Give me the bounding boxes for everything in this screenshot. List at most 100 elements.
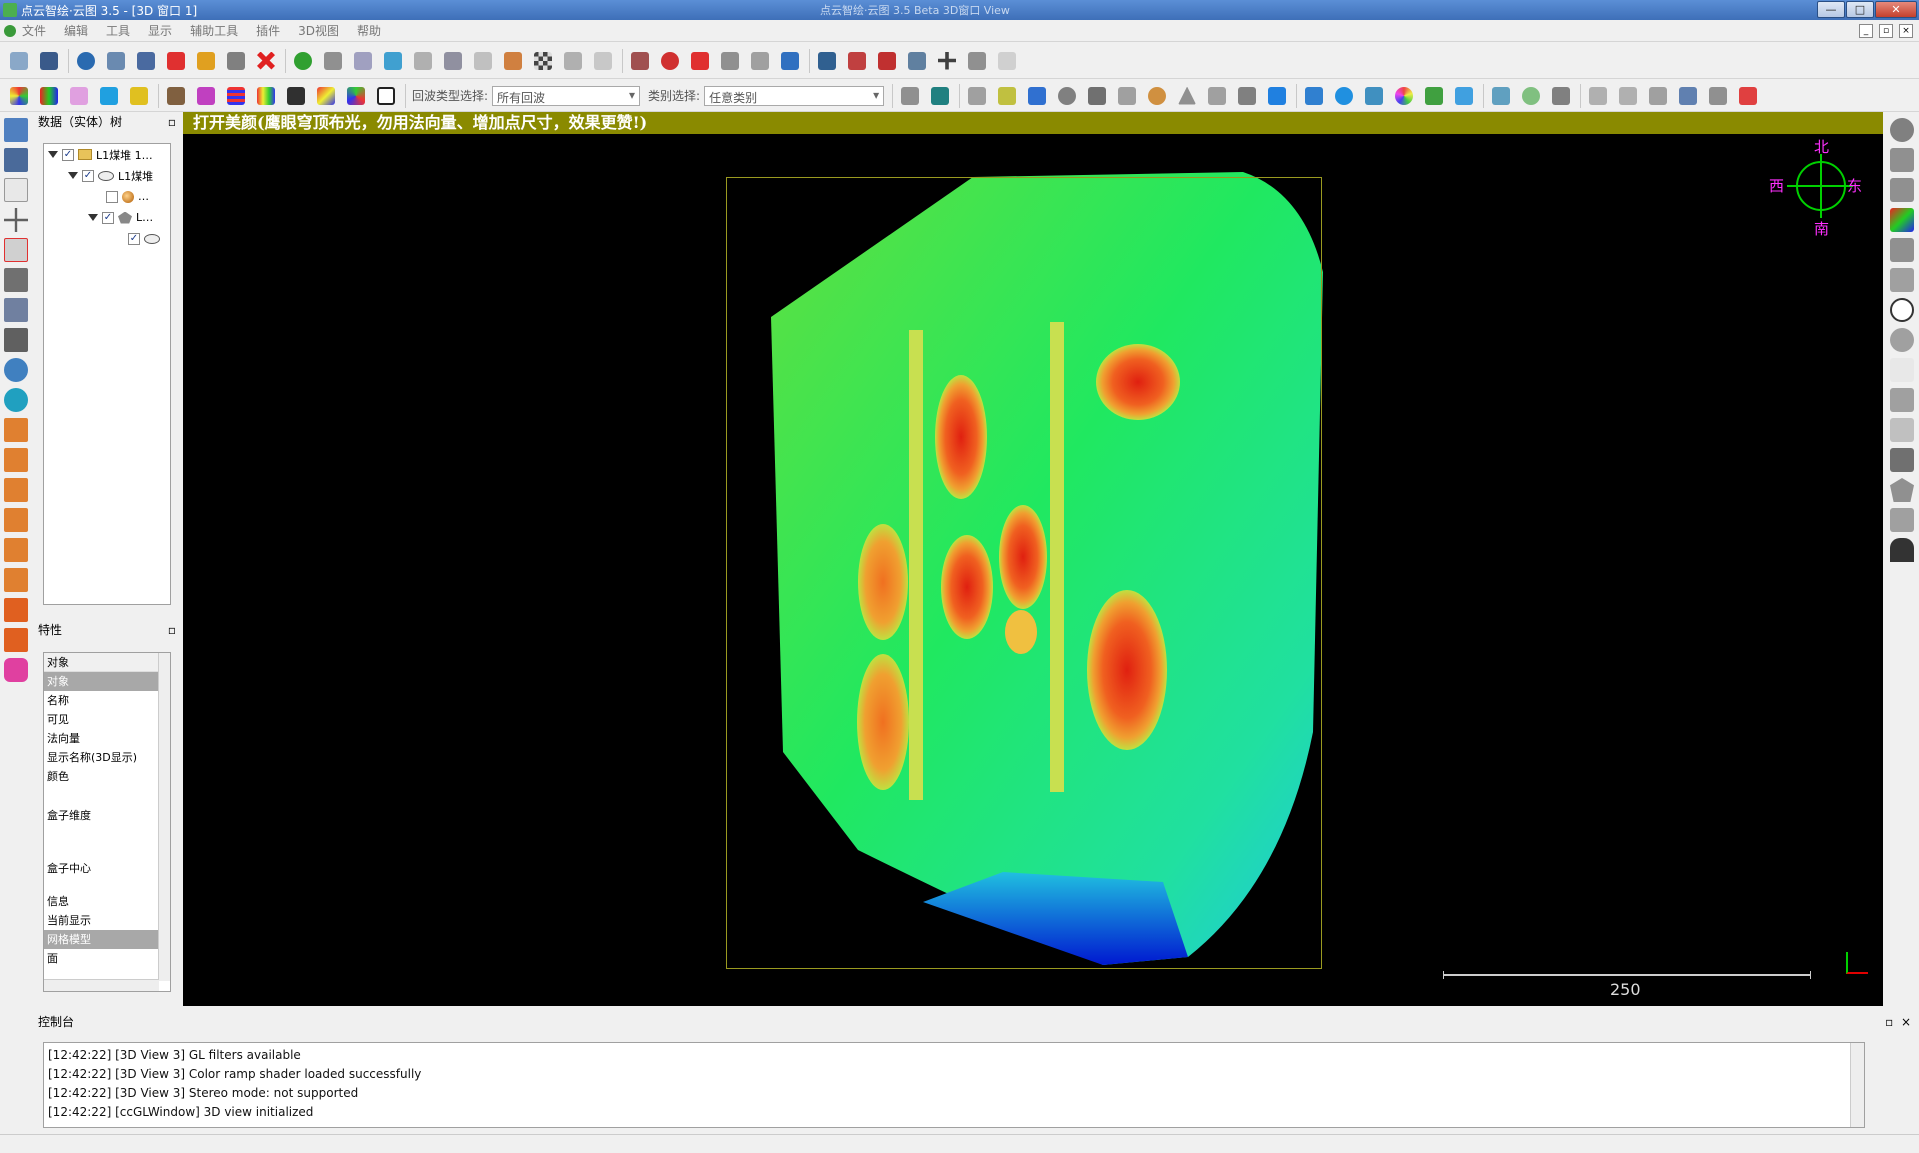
shield-icon[interactable] [1086, 85, 1108, 107]
sor-icon[interactable] [592, 50, 614, 72]
properties-hscrollbar[interactable] [44, 979, 159, 991]
edit-icon[interactable] [779, 50, 801, 72]
hand-icon[interactable] [322, 50, 344, 72]
close-button[interactable]: ✕ [1875, 1, 1917, 18]
tree-checkbox[interactable]: ✓ [82, 169, 94, 182]
brush-tall-icon[interactable] [1890, 268, 1914, 292]
property-row[interactable]: 颜色 [44, 767, 170, 786]
view-top-icon[interactable] [4, 418, 28, 442]
tree-item[interactable]: ✓ L1煤堆 1… [44, 144, 170, 165]
target-icon[interactable] [1520, 85, 1542, 107]
bars-icon[interactable] [255, 85, 277, 107]
brush-icon[interactable] [1206, 85, 1228, 107]
menu-edit[interactable]: 编辑 [64, 22, 88, 39]
histogram-icon[interactable] [816, 50, 838, 72]
layers-icon[interactable] [165, 85, 187, 107]
zoom-fit-icon[interactable] [4, 388, 28, 412]
pick-rotation-icon[interactable] [4, 268, 28, 292]
sphere-shader-icon[interactable] [1890, 328, 1914, 352]
fm-icon[interactable] [1617, 85, 1639, 107]
eraser-icon[interactable] [689, 50, 711, 72]
clapper-icon[interactable] [1890, 238, 1914, 262]
ruler-icon[interactable] [749, 50, 771, 72]
doc-icon[interactable] [966, 85, 988, 107]
tree-item[interactable]: ✓ L… [44, 207, 170, 228]
echo-type-select[interactable]: 所有回波 [492, 85, 641, 106]
image-icon[interactable] [562, 50, 584, 72]
windows-icon[interactable] [1266, 85, 1288, 107]
triangle-color-icon[interactable] [345, 85, 367, 107]
arch-icon[interactable] [1890, 538, 1914, 562]
nc-icon[interactable] [1707, 85, 1729, 107]
property-row[interactable]: 盒子中心 [44, 846, 170, 892]
no-entry-icon[interactable] [1890, 118, 1914, 142]
3d-view[interactable]: 打开美颜(鹰眼穹顶布光，勿用法向量、增加点尺寸，效果更赞!) 北 南 西 东 2… [183, 112, 1883, 1006]
menu-aux-tools[interactable]: 辅助工具 [190, 22, 238, 39]
frame-icon[interactable] [899, 85, 921, 107]
property-row[interactable]: 面 [44, 949, 170, 968]
property-row[interactable]: 可见 [44, 710, 170, 729]
table-icon[interactable] [906, 50, 928, 72]
expand-icon[interactable] [48, 151, 58, 158]
scissors-icon[interactable] [629, 50, 651, 72]
pencil-icon[interactable] [1026, 85, 1048, 107]
sf-icon[interactable] [996, 50, 1018, 72]
open-button[interactable] [8, 50, 30, 72]
iso-front-icon[interactable] [4, 598, 28, 622]
stripes-icon[interactable] [225, 85, 247, 107]
rgb-shader-icon[interactable] [1890, 208, 1914, 232]
curve-icon[interactable] [846, 50, 868, 72]
stereo-icon[interactable] [4, 658, 28, 682]
tree-checkbox[interactable]: ✓ [102, 211, 114, 224]
info-icon[interactable] [1453, 85, 1475, 107]
crosshair-icon[interactable] [659, 50, 681, 72]
compass-toggle-icon[interactable] [1890, 298, 1914, 322]
color-dots-icon[interactable] [8, 85, 30, 107]
property-row[interactable]: 法向量 [44, 729, 170, 748]
orbit-icon[interactable] [1333, 85, 1355, 107]
property-row[interactable]: 信息 [44, 892, 170, 911]
crop-icon[interactable] [195, 50, 217, 72]
property-row[interactable]: 盒子维度 [44, 786, 170, 846]
gear-icon[interactable] [1056, 85, 1078, 107]
gradient-icon[interactable] [315, 85, 337, 107]
property-row[interactable]: 当前显示 [44, 911, 170, 930]
palette-icon[interactable] [68, 85, 90, 107]
monitor-icon[interactable] [1677, 85, 1699, 107]
plus-icon[interactable] [4, 208, 28, 232]
add-icon[interactable] [936, 50, 958, 72]
menu-plugins[interactable]: 插件 [256, 22, 280, 39]
frame-teal-icon[interactable] [929, 85, 951, 107]
col-icon[interactable] [1890, 148, 1914, 172]
view-bottom-icon[interactable] [4, 568, 28, 592]
delete-icon[interactable] [255, 50, 277, 72]
save-button[interactable] [38, 50, 60, 72]
checker-icon[interactable] [532, 50, 554, 72]
diagonal-icon[interactable] [285, 85, 307, 107]
cookie-icon[interactable] [1146, 85, 1168, 107]
s-curve-icon[interactable] [1737, 85, 1759, 107]
view-front-icon[interactable] [4, 448, 28, 472]
hpr-icon[interactable] [1890, 388, 1914, 412]
refresh-icon[interactable] [1236, 85, 1258, 107]
export-icon[interactable] [1647, 85, 1669, 107]
edl-icon[interactable] [1890, 178, 1914, 202]
grid-yellow-icon[interactable] [996, 85, 1018, 107]
iso-back-icon[interactable] [4, 628, 28, 652]
view-right-icon[interactable] [4, 538, 28, 562]
console-scrollbar[interactable] [1850, 1043, 1864, 1127]
view-left-icon[interactable] [4, 478, 28, 502]
property-row[interactable]: 显示名称(3D显示) [44, 748, 170, 767]
tool-icon[interactable] [719, 50, 741, 72]
segment-icon[interactable] [165, 50, 187, 72]
list-icon[interactable] [135, 50, 157, 72]
translate-icon[interactable] [105, 50, 127, 72]
menu-help[interactable]: 帮助 [357, 22, 381, 39]
minmax-icon[interactable] [876, 50, 898, 72]
app-menu-icon[interactable] [4, 24, 16, 37]
class-select[interactable]: 任意类别 [704, 85, 885, 106]
mdi-minimize-icon[interactable]: _ [1859, 23, 1873, 38]
hand-open-icon[interactable] [1116, 85, 1138, 107]
color-square-icon[interactable] [98, 85, 120, 107]
tree-item[interactable]: … [44, 186, 170, 207]
